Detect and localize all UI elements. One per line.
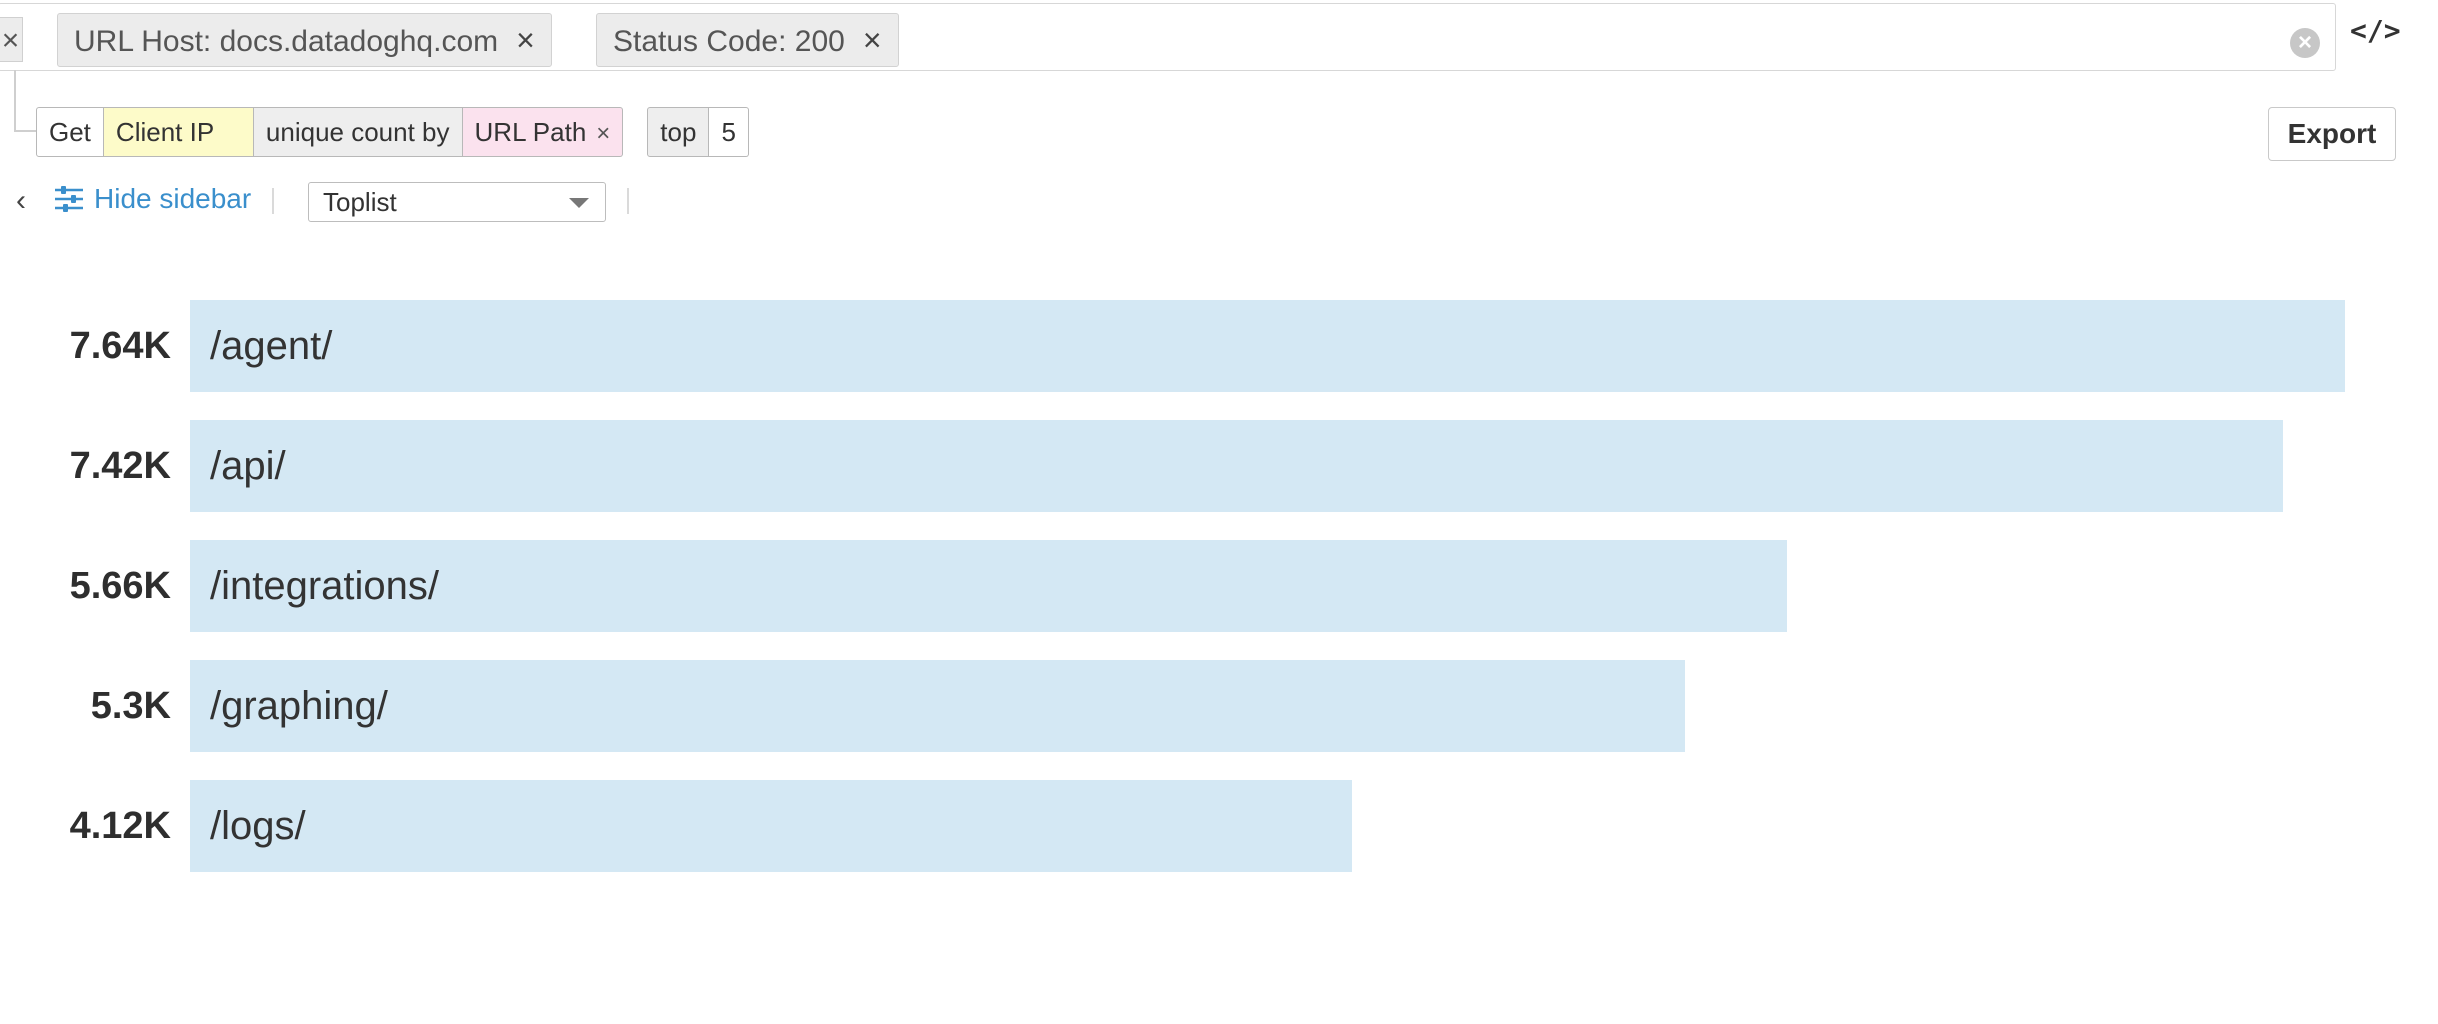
close-icon[interactable]: ×	[516, 22, 535, 58]
close-icon[interactable]: ×	[863, 22, 882, 58]
connector-line	[14, 70, 16, 132]
query-gap	[623, 107, 647, 157]
query-top-selector[interactable]: top	[647, 107, 710, 157]
toplist-value: 7.64K	[69, 325, 171, 367]
toplist-bar	[190, 660, 1685, 752]
clear-circle-icon[interactable]: ×	[2290, 28, 2320, 58]
remove-filter-button[interactable]: ×	[0, 17, 23, 62]
group-by-label: URL Path	[474, 117, 587, 147]
query-get-label: Get	[36, 107, 104, 157]
query-limit-input[interactable]: 5	[709, 107, 749, 157]
query-builder: Get Client IP unique count by URL Path × …	[36, 107, 749, 157]
filter-pill-label: URL Host: docs.datadoghq.com	[74, 25, 499, 58]
toplist-row[interactable]: 5.66K/integrations/	[0, 540, 2438, 632]
filter-pill-url-host[interactable]: URL Host: docs.datadoghq.com ×	[57, 13, 552, 67]
toplist-label: /api/	[210, 444, 286, 488]
export-button[interactable]: Export	[2268, 107, 2396, 161]
chevron-left-icon[interactable]: ‹	[16, 184, 26, 218]
code-icon[interactable]: </>	[2350, 14, 2401, 47]
toplist-bar	[190, 420, 2283, 512]
toplist-value: 5.3K	[90, 685, 171, 727]
toplist-label: /integrations/	[210, 564, 440, 608]
toplist-bar	[190, 780, 1352, 872]
toplist-row[interactable]: 7.42K/api/	[0, 420, 2438, 512]
query-aggregation-selector[interactable]: unique count by	[253, 107, 463, 157]
toplist-value: 7.42K	[69, 445, 171, 487]
sliders-icon	[55, 186, 83, 212]
toplist-bar	[190, 300, 2345, 392]
toplist-row[interactable]: 5.3K/graphing/	[0, 660, 2438, 752]
connector-line	[14, 130, 36, 132]
filter-pill-status-code[interactable]: Status Code: 200 ×	[596, 13, 899, 67]
search-filter-bar[interactable]: × URL Host: docs.datadoghq.com × Status C…	[0, 3, 2336, 71]
divider	[272, 188, 274, 214]
toplist-row[interactable]: 4.12K/logs/	[0, 780, 2438, 872]
visualization-select-value: Toplist	[323, 187, 397, 217]
caret-down-icon	[569, 198, 589, 208]
query-field-selector[interactable]: Client IP	[103, 107, 254, 157]
hide-sidebar-link[interactable]: Hide sidebar	[54, 183, 251, 215]
close-icon[interactable]: ×	[596, 120, 610, 147]
query-group-by-pill[interactable]: URL Path ×	[462, 107, 624, 157]
filter-pill-label: Status Code: 200	[613, 25, 845, 58]
toplist-label: /agent/	[210, 324, 333, 368]
toplist-value: 5.66K	[69, 565, 171, 607]
visualization-select[interactable]: Toplist	[308, 182, 606, 222]
toplist-label: /graphing/	[210, 684, 388, 728]
hide-sidebar-label: Hide sidebar	[94, 183, 252, 214]
divider	[627, 188, 629, 214]
toplist-value: 4.12K	[69, 805, 171, 847]
toplist-label: /logs/	[210, 804, 306, 848]
toplist-row[interactable]: 7.64K/agent/	[0, 300, 2438, 392]
